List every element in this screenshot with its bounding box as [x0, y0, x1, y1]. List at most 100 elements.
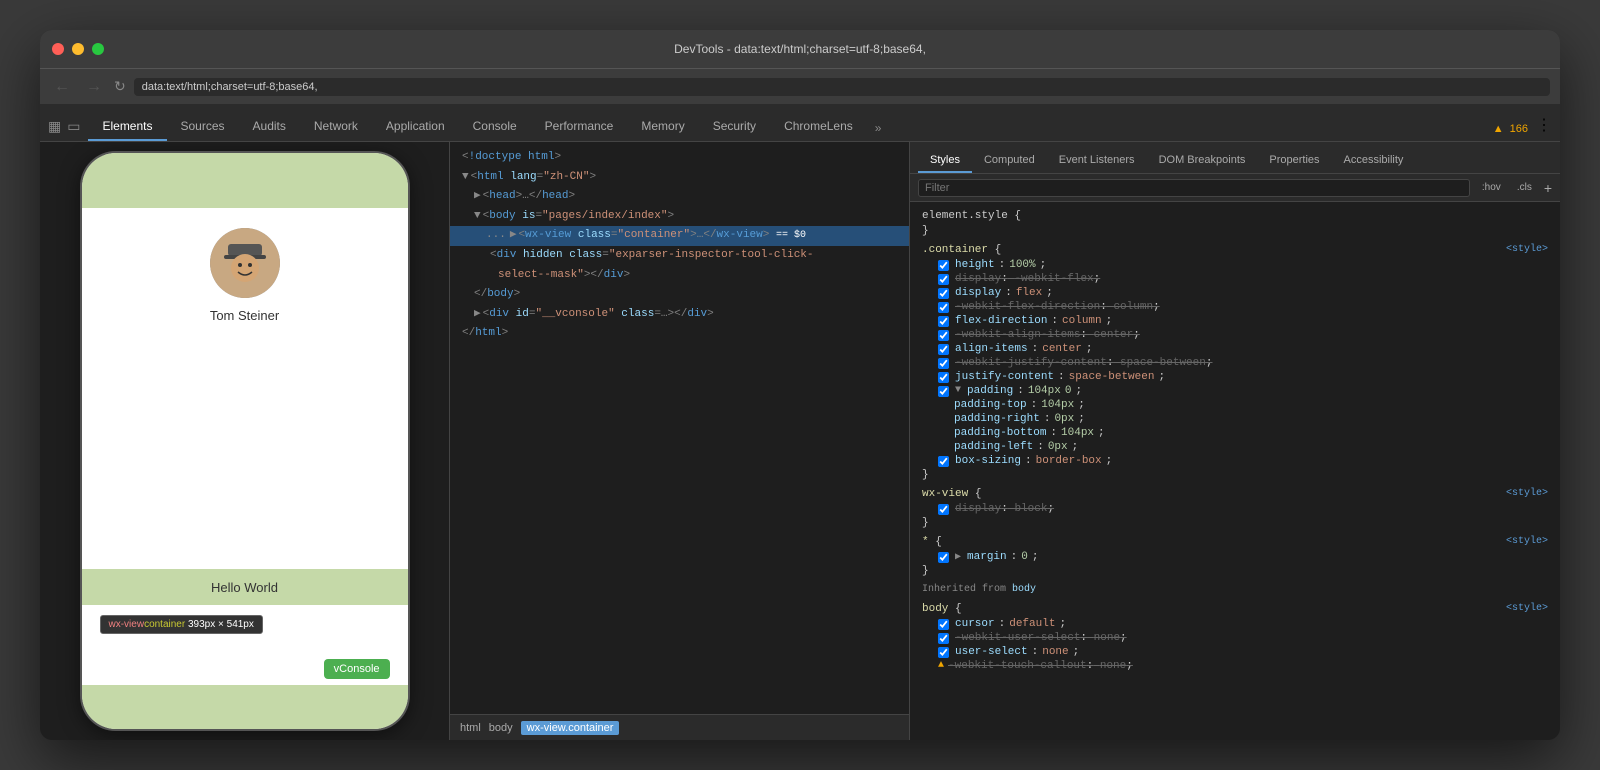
- breadcrumb-container[interactable]: wx-view.container: [521, 721, 620, 735]
- css-checkbox-align-items[interactable]: [938, 344, 949, 355]
- tab-accessibility[interactable]: Accessibility: [1332, 149, 1416, 173]
- elements-panel: <!doctype html> ▼<html lang="zh-CN"> ▶<h…: [450, 142, 910, 740]
- minimize-button[interactable]: [72, 43, 84, 55]
- tab-chromelens[interactable]: ChromeLens: [770, 113, 867, 141]
- html-line[interactable]: ▶<div id="__vconsole" class=…></div>: [450, 305, 909, 325]
- settings-icon[interactable]: ⋮: [1536, 115, 1552, 141]
- tab-console[interactable]: Console: [459, 113, 531, 141]
- phone-content-area: Tom Steiner: [82, 208, 408, 569]
- css-checkbox-webkit-align[interactable]: [938, 330, 949, 341]
- tab-sources[interactable]: Sources: [167, 113, 239, 141]
- phone-bottom-bar: vConsole: [82, 685, 408, 729]
- phone-top-bar: [82, 153, 408, 208]
- devtools-mobile-icon[interactable]: ▭: [67, 118, 88, 141]
- css-selector-container: <style> .container {: [910, 242, 1560, 258]
- html-line[interactable]: ▼<body is="pages/index/index">: [450, 207, 909, 227]
- url-input[interactable]: [134, 78, 1550, 96]
- css-wxview-close: }: [910, 516, 1560, 530]
- css-checkbox-height[interactable]: [938, 260, 949, 271]
- cls-button[interactable]: .cls: [1513, 181, 1536, 194]
- avatar-svg: [210, 228, 280, 298]
- css-star-close: }: [910, 564, 1560, 578]
- css-prop-webkit-flex-dir: -webkit-flex-direction: column;: [910, 300, 1560, 314]
- html-line: </body>: [450, 285, 909, 305]
- vconsole-button[interactable]: vConsole: [324, 659, 390, 679]
- close-button[interactable]: [52, 43, 64, 55]
- css-selector: element.style {: [910, 208, 1560, 224]
- css-prop-display: display: flex;: [910, 286, 1560, 300]
- breadcrumb-html[interactable]: html: [460, 722, 481, 734]
- preview-pane: Tom Steiner Hello World wx-viewcontainer…: [40, 142, 450, 740]
- css-checkbox-margin[interactable]: [938, 552, 949, 563]
- traffic-lights: [52, 43, 104, 55]
- tab-network[interactable]: Network: [300, 113, 372, 141]
- css-checkbox-box-sizing[interactable]: [938, 456, 949, 467]
- warning-count: 166: [1510, 123, 1528, 135]
- html-line[interactable]: <div hidden class="exparser-inspector-to…: [450, 246, 909, 266]
- styles-filter-input[interactable]: [918, 179, 1470, 197]
- styles-filter-bar: :hov .cls +: [910, 174, 1560, 202]
- hello-text: Hello World: [211, 580, 278, 595]
- css-prop-webkit-justify: -webkit-justify-content: space-between;: [910, 356, 1560, 370]
- title-bar: DevTools - data:text/html;charset=utf-8;…: [40, 30, 1560, 68]
- css-checkbox-webkit-flex-dir[interactable]: [938, 302, 949, 313]
- tab-computed[interactable]: Computed: [972, 149, 1047, 173]
- window-title: DevTools - data:text/html;charset=utf-8;…: [674, 42, 926, 56]
- phone-screen: Tom Steiner Hello World wx-viewcontainer…: [82, 153, 408, 729]
- css-prop-padding-left: padding-left: 0px;: [910, 440, 1560, 454]
- margin-expand-arrow[interactable]: ▶: [955, 551, 961, 563]
- breadcrumb-body[interactable]: body: [489, 722, 513, 734]
- css-close-brace: }: [910, 224, 1560, 238]
- back-button[interactable]: ←: [50, 76, 74, 98]
- maximize-button[interactable]: [92, 43, 104, 55]
- user-name: Tom Steiner: [210, 308, 279, 323]
- html-line[interactable]: ▼<html lang="zh-CN">: [450, 168, 909, 188]
- refresh-button[interactable]: ↻: [114, 78, 126, 95]
- tab-event-listeners[interactable]: Event Listeners: [1047, 149, 1147, 173]
- html-line-selected[interactable]: ...▶<wx-view class="container">…</wx-vie…: [450, 226, 909, 246]
- css-checkbox-webkit-user-select[interactable]: [938, 633, 949, 644]
- tab-dom-breakpoints[interactable]: DOM Breakpoints: [1147, 149, 1258, 173]
- css-prop-display-webkit: display: -webkit-flex;: [910, 272, 1560, 286]
- html-line: <!doctype html>: [450, 148, 909, 168]
- css-prop-padding-top: padding-top: 104px;: [910, 398, 1560, 412]
- browser-bar: ← → ↻: [40, 68, 1560, 104]
- css-checkbox-padding[interactable]: [938, 386, 949, 397]
- css-checkbox-wxview-display[interactable]: [938, 504, 949, 515]
- hov-button[interactable]: :hov: [1478, 181, 1505, 194]
- tab-application[interactable]: Application: [372, 113, 459, 141]
- tab-audits[interactable]: Audits: [239, 113, 300, 141]
- tab-security[interactable]: Security: [699, 113, 770, 141]
- css-prop-webkit-align: -webkit-align-items: center;: [910, 328, 1560, 342]
- css-checkbox-webkit-justify[interactable]: [938, 358, 949, 369]
- html-line[interactable]: ▶<head>…</head>: [450, 187, 909, 207]
- css-checkbox-justify-content[interactable]: [938, 372, 949, 383]
- devtools-inspector-icon[interactable]: ▦: [48, 118, 67, 141]
- warning-icon: ▲: [1493, 123, 1504, 135]
- tab-styles[interactable]: Styles: [918, 149, 972, 173]
- css-checkbox-display-webkit[interactable]: [938, 274, 949, 285]
- css-prop-box-sizing: box-sizing: border-box;: [910, 454, 1560, 468]
- css-checkbox-cursor[interactable]: [938, 619, 949, 630]
- tab-memory[interactable]: Memory: [627, 113, 698, 141]
- tab-properties[interactable]: Properties: [1257, 149, 1331, 173]
- more-tabs-button[interactable]: »: [867, 115, 890, 141]
- add-rule-button[interactable]: +: [1544, 180, 1552, 196]
- tab-elements[interactable]: Elements: [88, 113, 166, 141]
- forward-button[interactable]: →: [82, 76, 106, 98]
- css-checkbox-flex-dir[interactable]: [938, 316, 949, 327]
- inherited-from-element[interactable]: body: [1012, 584, 1036, 595]
- css-prop-padding-right: padding-right: 0px;: [910, 412, 1560, 426]
- css-container-close: }: [910, 468, 1560, 482]
- tab-performance[interactable]: Performance: [531, 113, 628, 141]
- padding-expand-arrow[interactable]: ▼: [955, 385, 961, 396]
- styles-content: element.style { } <style> .container { h…: [910, 202, 1560, 740]
- css-selector-body: <style> body {: [910, 601, 1560, 617]
- elements-content: <!doctype html> ▼<html lang="zh-CN"> ▶<h…: [450, 142, 909, 714]
- breadcrumb-bar: html body wx-view.container: [450, 714, 909, 740]
- avatar: [210, 228, 280, 298]
- html-line: </html>: [450, 324, 909, 344]
- css-checkbox-display[interactable]: [938, 288, 949, 299]
- css-checkbox-user-select[interactable]: [938, 647, 949, 658]
- phone-hello-area: Hello World: [82, 569, 408, 605]
